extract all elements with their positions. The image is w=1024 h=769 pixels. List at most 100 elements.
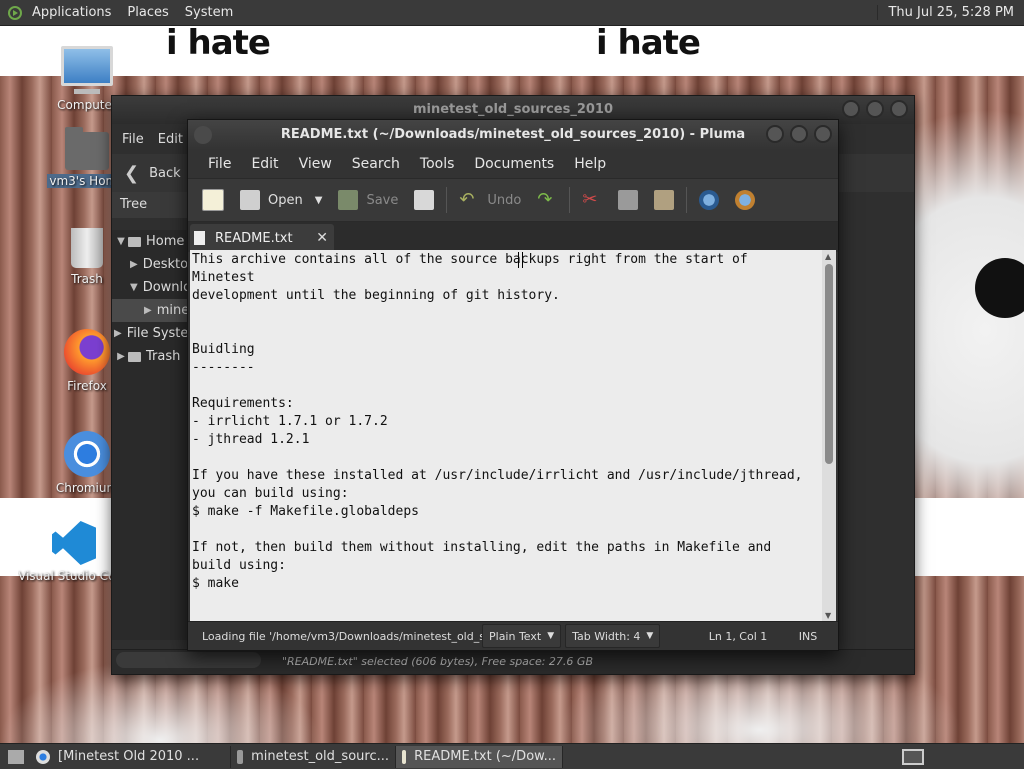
toolbar-separator	[686, 187, 688, 213]
tab-width-selector[interactable]: Tab Width: 4 ▼	[565, 624, 661, 648]
scroll-up-icon[interactable]: ▲	[825, 252, 831, 261]
pluma-toolbar: Open ▼ Save ↶ Undo ↷ ✂	[188, 178, 838, 222]
show-desktop-icon[interactable]	[8, 749, 24, 764]
close-tab-icon[interactable]: ✕	[316, 230, 328, 246]
expander-right-icon[interactable]: ▶	[114, 322, 122, 345]
tab-label: README.txt	[215, 230, 293, 246]
sidebar-header[interactable]: Tree	[112, 192, 196, 218]
horizontal-scrollbar[interactable]	[116, 652, 261, 668]
menu-edit[interactable]: Edit	[241, 156, 288, 172]
file-manager-status-text: "README.txt" selected (606 bytes), Free …	[282, 655, 593, 668]
expander-down-icon[interactable]: ▼	[114, 230, 128, 253]
firefox-icon	[64, 329, 110, 375]
mate-logo-icon[interactable]	[8, 5, 22, 20]
top-panel: Applications Places System Thu Jul 25, 5…	[0, 0, 1024, 26]
tree-item-home[interactable]: ▼ Home	[112, 230, 188, 253]
paste-icon	[654, 190, 675, 210]
tree-item-label: minetest_old_sources_2010	[156, 303, 188, 318]
window-menu-icon[interactable]	[194, 126, 212, 144]
menu-tools[interactable]: Tools	[410, 156, 465, 172]
menu-view[interactable]: View	[289, 156, 342, 172]
minimize-button[interactable]	[842, 100, 860, 118]
print-icon	[414, 190, 435, 210]
panel-clock[interactable]: Thu Jul 25, 5:28 PM	[877, 5, 1024, 20]
undo-button[interactable]: ↶ Undo	[453, 184, 527, 216]
tree-item-label: Desktop	[142, 257, 188, 272]
bottom-taskbar: [Minetest Old 2010 ... minetest_old_sour…	[0, 743, 1024, 769]
maximize-button[interactable]	[866, 100, 884, 118]
maximize-button[interactable]	[790, 125, 808, 143]
workspace-switcher[interactable]	[902, 748, 924, 765]
file-manager-title: minetest_old_sources_2010	[412, 102, 614, 117]
undo-label: Undo	[487, 192, 522, 208]
new-document-icon	[202, 189, 224, 211]
open-label: Open	[268, 192, 303, 208]
cursor-position: Ln 1, Col 1	[708, 629, 768, 643]
vscode-icon	[52, 521, 96, 565]
find-button[interactable]	[693, 184, 725, 216]
fm-menu-file[interactable]: File	[122, 132, 144, 147]
menu-applications[interactable]: Applications	[24, 5, 119, 20]
banner-text-left: i hate	[166, 23, 271, 63]
save-button[interactable]: Save	[332, 184, 404, 216]
menu-documents[interactable]: Documents	[464, 156, 564, 172]
task-browser[interactable]: [Minetest Old 2010 ...	[30, 745, 231, 768]
tree-item-desktop[interactable]: ▶ Desktop	[112, 253, 188, 276]
open-button[interactable]: Open ▼	[234, 184, 328, 216]
language-selector[interactable]: Plain Text ▼	[482, 624, 562, 648]
expander-right-icon[interactable]: ▶	[144, 299, 152, 322]
tree-item-minetest-sources[interactable]: ▶ minetest_old_sources_2010	[112, 299, 188, 322]
task-label: [Minetest Old 2010 ...	[58, 749, 200, 764]
redo-button[interactable]: ↷	[531, 184, 563, 216]
chevron-down-icon: ▼	[547, 631, 555, 641]
pluma-statusbar: Loading file '/home/vm3/Downloads/minete…	[188, 621, 838, 650]
undo-icon: ↶	[459, 189, 475, 210]
expander-down-icon[interactable]: ▼	[130, 276, 138, 299]
back-arrow-icon[interactable]: ❮	[124, 163, 139, 184]
task-pluma[interactable]: README.txt (~/Dow...	[396, 745, 563, 768]
copy-button[interactable]	[612, 184, 644, 216]
copy-icon	[618, 190, 639, 210]
home-folder-icon	[65, 127, 109, 170]
menu-file[interactable]: File	[198, 156, 241, 172]
task-file-manager[interactable]: minetest_old_sourc...	[231, 745, 396, 768]
menu-help[interactable]: Help	[564, 156, 616, 172]
pluma-window[interactable]: README.txt (~/Downloads/minetest_old_sou…	[187, 119, 839, 651]
print-button[interactable]	[408, 184, 440, 216]
menu-system[interactable]: System	[177, 5, 241, 20]
pluma-titlebar[interactable]: README.txt (~/Downloads/minetest_old_sou…	[188, 120, 838, 150]
fm-menu-edit[interactable]: Edit	[158, 132, 183, 147]
file-manager-tree: ▼ Home ▶ Desktop ▼ Downloads ▶ minetest_…	[112, 230, 188, 640]
tree-item-downloads[interactable]: ▼ Downloads	[112, 276, 188, 299]
minimize-button[interactable]	[766, 125, 784, 143]
document-text[interactable]: This archive contains all of the source …	[190, 250, 822, 594]
tab-readme[interactable]: README.txt ✕	[190, 224, 334, 252]
file-manager-statusbar: "README.txt" selected (606 bytes), Free …	[112, 649, 914, 674]
text-cursor-icon	[518, 252, 523, 268]
document-tabbar: README.txt ✕	[188, 222, 838, 252]
scrollbar-thumb[interactable]	[825, 264, 833, 464]
tree-item-file-system[interactable]: ▶ File System	[112, 322, 188, 345]
menu-search[interactable]: Search	[342, 156, 410, 172]
chromium-icon	[64, 431, 110, 477]
vertical-scrollbar[interactable]: ▲ ▼	[822, 250, 836, 622]
expander-right-icon[interactable]: ▶	[114, 345, 128, 368]
new-document-button[interactable]	[196, 184, 230, 216]
scroll-down-icon[interactable]: ▼	[825, 611, 831, 620]
paste-button[interactable]	[648, 184, 680, 216]
task-label: minetest_old_sourc...	[251, 749, 389, 764]
close-button[interactable]	[890, 100, 908, 118]
expander-right-icon[interactable]: ▶	[130, 253, 138, 276]
find-replace-button[interactable]	[729, 184, 761, 216]
menu-places[interactable]: Places	[119, 5, 176, 20]
tree-item-trash[interactable]: ▶ Trash	[112, 345, 188, 368]
browser-icon	[36, 749, 50, 764]
toolbar-separator	[569, 187, 571, 213]
close-button[interactable]	[814, 125, 832, 143]
cut-button[interactable]: ✂	[576, 184, 608, 216]
trash-icon	[71, 228, 103, 268]
text-editor-area[interactable]: This archive contains all of the source …	[190, 250, 822, 622]
loading-status-text: Loading file '/home/vm3/Downloads/minete…	[202, 629, 482, 643]
open-recent-dropdown-icon[interactable]: ▼	[315, 195, 323, 206]
back-button[interactable]: Back	[149, 166, 181, 181]
